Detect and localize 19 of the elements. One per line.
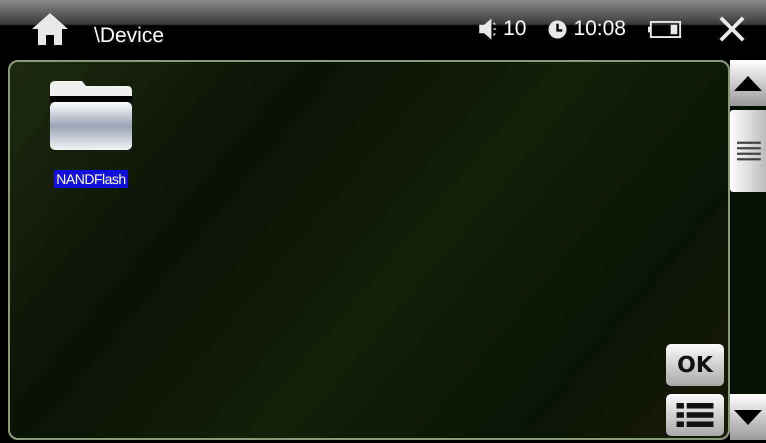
folder-label[interactable]: NANDFlash: [54, 170, 128, 188]
folder-icon[interactable]: [48, 80, 134, 152]
list-icon: [676, 403, 714, 427]
volume-level: 10: [503, 17, 526, 41]
scroll-up-button[interactable]: [730, 60, 766, 106]
speaker-icon[interactable]: [479, 18, 498, 40]
battery-icon: [648, 20, 682, 38]
up-arrow-icon: [734, 76, 762, 90]
close-icon[interactable]: [718, 15, 746, 43]
clock-time: 10:08: [573, 17, 626, 41]
down-arrow-icon: [734, 410, 762, 424]
path-title: \Device: [94, 24, 164, 48]
home-icon[interactable]: [30, 11, 70, 47]
clock-icon[interactable]: [548, 20, 568, 38]
ok-button[interactable]: OK: [666, 344, 724, 386]
grip-icon: [735, 140, 761, 162]
scroll-down-button[interactable]: [730, 394, 766, 440]
list-view-button[interactable]: [666, 394, 724, 436]
scrollbar-thumb[interactable]: [730, 110, 766, 192]
